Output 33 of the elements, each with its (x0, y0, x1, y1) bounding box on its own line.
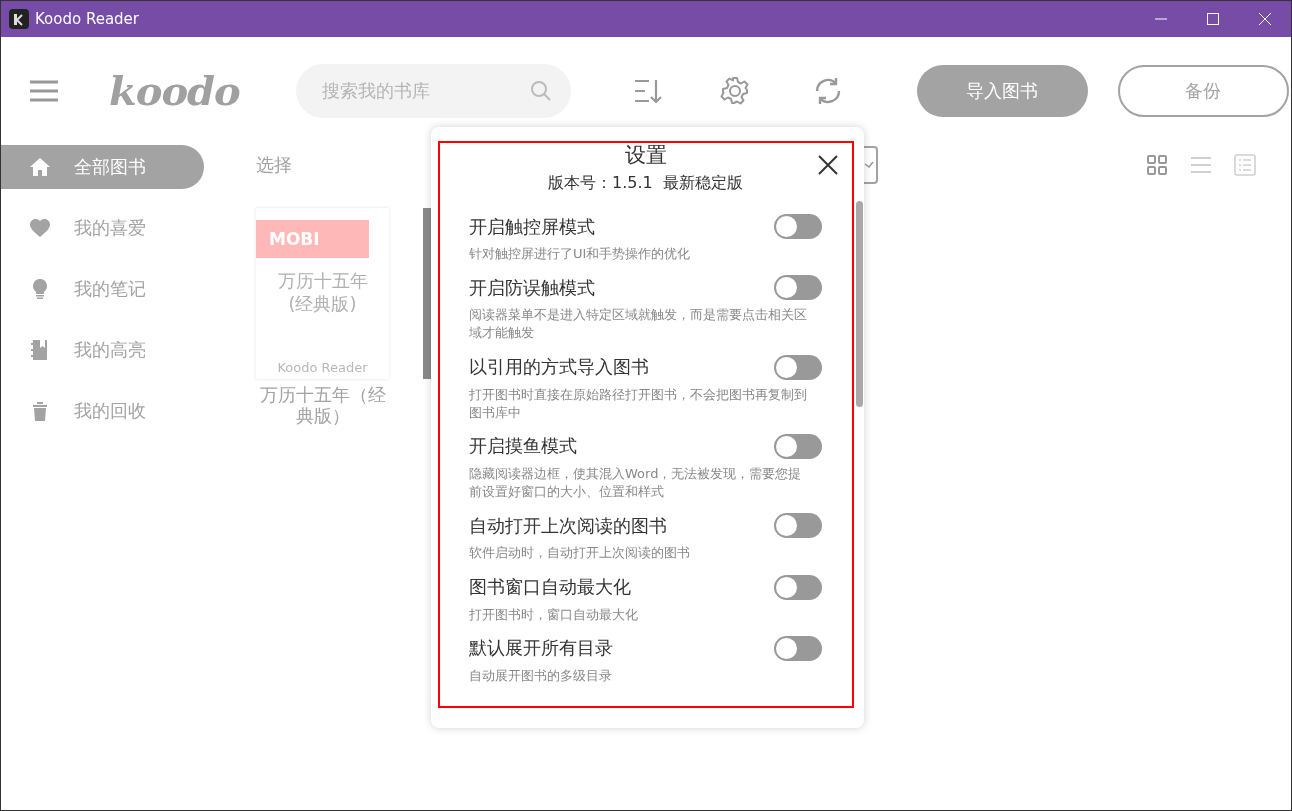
sidebar-item[interactable]: 我的笔记 (1, 267, 204, 311)
setting-label: 以引用的方式导入图书 (469, 355, 649, 380)
backup-button[interactable]: 备份 (1117, 65, 1289, 117)
setting-description: 打开图书时直接在原始路径打开图书，不会把图书再复制到图书库中 (469, 385, 808, 422)
setting-description: 针对触控屏进行了UI和手势操作的优化 (469, 245, 692, 263)
cover-title: 万历十五年(经典版) (276, 269, 369, 316)
import-button[interactable]: 导入图书 (916, 65, 1088, 117)
setting-description: 打开图书时，窗口自动最大化 (469, 605, 639, 624)
setting-label: 开启摸鱼模式 (469, 434, 577, 459)
sidebar-item[interactable]: 我的高亮 (1, 328, 204, 372)
setting-label: 自动打开上次阅读的图书 (469, 513, 667, 538)
search-input[interactable]: 搜索我的书库 (319, 79, 529, 103)
setting-label: 开启防误触模式 (469, 275, 595, 300)
setting-description: 自动展开图书的多级目录 (469, 666, 613, 685)
app-logo: koodo (108, 66, 241, 116)
sidebar-item[interactable]: 我的回收 (1, 389, 204, 433)
format-tag: MOBI (256, 220, 369, 258)
sidebar-item[interactable]: 全部图书 (1, 145, 204, 189)
setting-description: 阅读器菜单不是进入特定区域就触发，而是需要点击相关区域才能触发 (469, 306, 808, 343)
version-text: 版本号：1.5.1 最新稳定版 (547, 173, 744, 194)
setting-label: 图书窗口自动最大化 (469, 575, 631, 599)
book-title[interactable]: 万历十五年（经典版） (256, 385, 389, 427)
window-title: Koodo Reader (35, 10, 140, 28)
book-cover[interactable]: MOBI 万历十五年(经典版) Koodo Reader (256, 208, 389, 379)
dialog-title: 设置 (623, 142, 668, 169)
setting-description: 软件启动时，自动打开上次阅读的图书 (469, 544, 691, 563)
select-link[interactable]: 选择 (256, 153, 292, 177)
cover-brand: Koodo Reader (276, 360, 369, 377)
search-field[interactable]: 搜索我的书库 (295, 64, 571, 118)
setting-description: 隐藏阅读器边框，使其混入Word，无法被发现，需要您提前设置好窗口的大小、位置和样式 (469, 464, 803, 502)
setting-label: 默认展开所有目录 (469, 636, 613, 661)
setting-label: 开启触控屏模式 (469, 214, 595, 239)
sidebar-item[interactable]: 我的喜爱 (1, 206, 204, 250)
